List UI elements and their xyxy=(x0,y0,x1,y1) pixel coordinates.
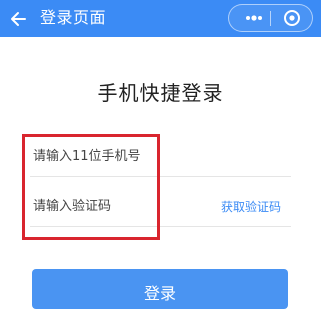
verification-code-input[interactable] xyxy=(33,194,203,218)
menu-capsule xyxy=(228,4,313,32)
page-title: 登录页面 xyxy=(40,8,107,27)
login-button-label: 登录 xyxy=(143,284,176,303)
login-button[interactable]: 登录 xyxy=(32,269,288,309)
code-field: 获取验证码 xyxy=(30,186,291,227)
capsule-divider xyxy=(270,11,271,26)
get-code-button[interactable]: 获取验证码 xyxy=(221,198,281,215)
more-dots-icon[interactable] xyxy=(239,8,269,28)
target-close-icon[interactable] xyxy=(279,8,305,28)
arrow-left-icon[interactable] xyxy=(9,9,29,29)
phone-input[interactable] xyxy=(33,144,203,168)
phone-field xyxy=(30,136,291,177)
login-heading: 手机快捷登录 xyxy=(97,81,224,105)
navigation-bar: 登录页面 xyxy=(0,0,321,37)
